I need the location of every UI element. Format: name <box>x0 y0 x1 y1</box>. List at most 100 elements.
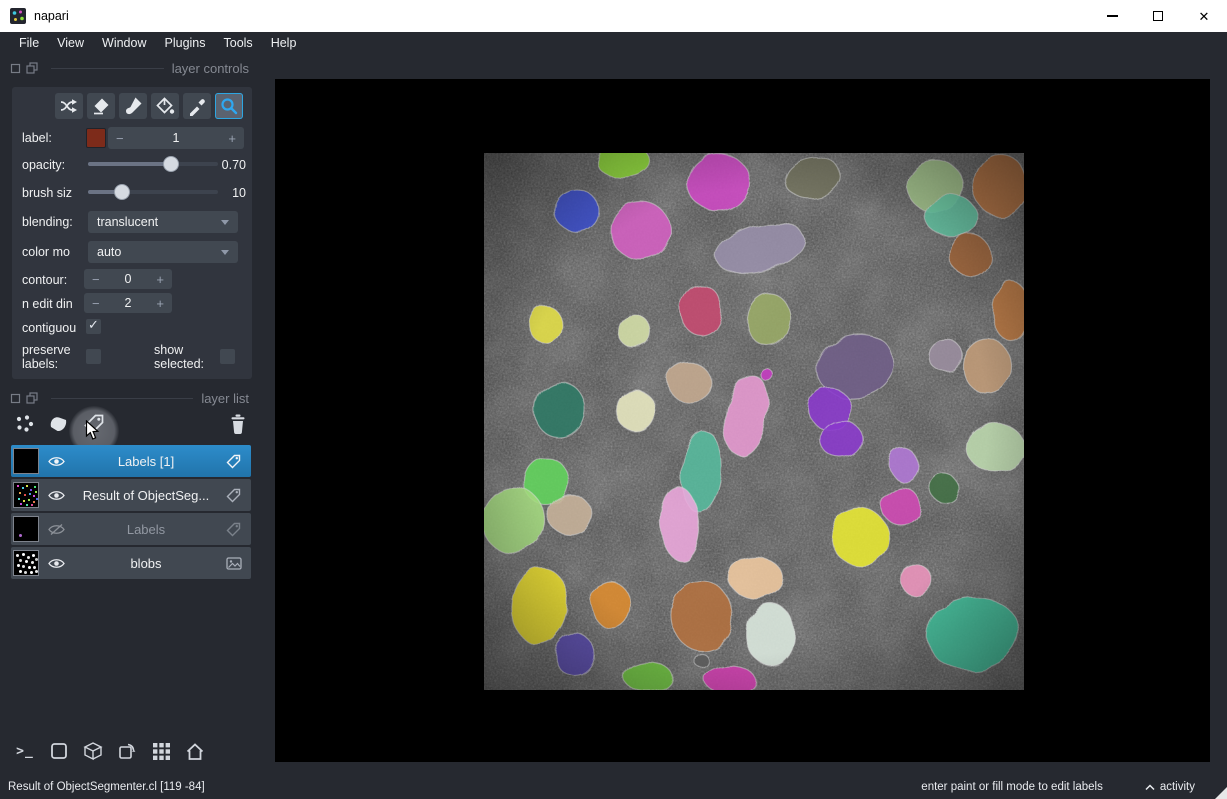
layer-controls-panel: label: − 1 + opacity: 0.70 brush siz 10 … <box>12 87 252 379</box>
new-shapes-layer-button[interactable] <box>45 411 71 437</box>
fill-tool-button[interactable] <box>151 93 179 119</box>
contour-decrement[interactable]: − <box>84 272 108 287</box>
transpose-dimensions-button[interactable] <box>114 738 140 764</box>
brush-size-label: brush siz <box>22 186 73 200</box>
opacity-label: opacity: <box>22 158 66 172</box>
slider-handle[interactable] <box>163 156 180 172</box>
console-button[interactable]: >_ <box>12 738 38 764</box>
menu-plugins[interactable]: Plugins <box>156 36 215 50</box>
brush-size-slider[interactable] <box>88 181 218 203</box>
color-mode-value: auto <box>97 245 122 259</box>
label-color-swatch[interactable] <box>86 128 106 148</box>
trash-icon <box>231 414 245 434</box>
contour-value: 0 <box>124 272 132 286</box>
label-decrement[interactable]: − <box>108 131 132 146</box>
n-edit-dim-decrement[interactable]: − <box>84 296 108 311</box>
layer-name: blobs <box>130 555 162 571</box>
dock-hide-icon[interactable] <box>10 63 21 74</box>
eye-off-icon <box>48 523 65 535</box>
resize-grip[interactable] <box>1215 787 1227 799</box>
zoom-tool-button[interactable] <box>215 93 243 119</box>
app-icon <box>10 8 26 24</box>
label-increment[interactable]: + <box>220 131 244 146</box>
layer-name: Labels <box>126 521 166 537</box>
paint-tool-button[interactable] <box>119 93 147 119</box>
menu-file[interactable]: File <box>10 36 48 50</box>
blending-label: blending: <box>22 215 73 229</box>
menubar: File View Window Plugins Tools Help <box>0 32 1227 54</box>
visibility-toggle[interactable] <box>48 489 66 502</box>
layer-buttons-row <box>0 406 275 456</box>
dock-hide-icon[interactable] <box>10 393 21 404</box>
chevron-down-icon <box>221 249 229 255</box>
layer-list-header: layer list <box>0 388 275 408</box>
cube-icon <box>83 742 103 761</box>
menu-help[interactable]: Help <box>262 36 306 50</box>
layer-name: Labels [1] <box>117 453 175 469</box>
erase-tool-button[interactable] <box>87 93 115 119</box>
contiguous-checkbox[interactable] <box>86 317 101 334</box>
layer-thumbnail <box>13 448 39 474</box>
layer-list-title: layer list <box>201 390 249 406</box>
delete-layer-button[interactable] <box>225 411 251 437</box>
dock-float-icon[interactable] <box>26 392 38 404</box>
opacity-slider[interactable] <box>88 153 218 175</box>
ndisplay-toggle-button[interactable] <box>46 738 72 764</box>
fill-bucket-icon <box>156 97 175 114</box>
roll-dimensions-button[interactable] <box>80 738 106 764</box>
pick-color-button[interactable] <box>183 93 211 119</box>
preserve-labels-label: preserve labels: <box>22 343 71 371</box>
segmentation-image[interactable] <box>484 153 1024 690</box>
preserve-labels-checkbox[interactable] <box>86 349 101 364</box>
menu-tools[interactable]: Tools <box>215 36 262 50</box>
layer-row-labels-1[interactable]: Labels [1] <box>11 445 251 477</box>
labels-tools <box>55 93 243 119</box>
visibility-toggle[interactable] <box>48 557 66 570</box>
show-selected-checkbox[interactable] <box>220 349 235 364</box>
n-edit-dim-increment[interactable]: + <box>148 296 172 311</box>
n-edit-dim-label: n edit din <box>22 297 73 311</box>
chevron-up-icon <box>1145 783 1155 790</box>
layer-row-labels-hidden[interactable]: Labels <box>11 513 251 545</box>
layer-row-result-objectseg[interactable]: Result of ObjectSeg... <box>11 479 251 511</box>
layer-row-blobs[interactable]: blobs <box>11 547 251 579</box>
n-edit-dim-value: 2 <box>124 296 132 310</box>
contour-spinbox[interactable]: − 0 + <box>84 269 172 289</box>
viewer-canvas[interactable] <box>275 79 1210 762</box>
layer-thumbnail <box>13 482 39 508</box>
square-2d-icon <box>51 743 67 759</box>
viewer-area <box>275 54 1227 775</box>
console-icon: >_ <box>16 743 34 759</box>
blending-value: translucent <box>97 215 159 229</box>
activity-button[interactable]: activity <box>1145 781 1195 793</box>
maximize-icon <box>1153 11 1163 21</box>
shuffle-icon <box>60 99 77 113</box>
home-button[interactable] <box>182 738 208 764</box>
visibility-toggle[interactable] <box>48 455 66 468</box>
eye-icon <box>48 490 65 500</box>
contour-increment[interactable]: + <box>148 272 172 287</box>
close-icon: ✕ <box>1198 8 1210 24</box>
points-icon <box>16 415 34 432</box>
menu-view[interactable]: View <box>48 36 93 50</box>
eye-icon <box>48 456 65 466</box>
label-spinbox[interactable]: − 1 + <box>108 127 244 149</box>
blending-combobox[interactable]: translucent <box>88 211 238 233</box>
labels-layer-type-icon <box>226 454 242 469</box>
shapes-icon <box>50 417 67 432</box>
slider-handle[interactable] <box>114 184 131 200</box>
dock-float-icon[interactable] <box>26 62 38 74</box>
visibility-toggle[interactable] <box>48 523 66 536</box>
new-points-layer-button[interactable] <box>11 411 37 437</box>
close-button[interactable]: ✕ <box>1181 0 1227 32</box>
menu-window[interactable]: Window <box>93 36 155 50</box>
grid-icon <box>152 742 170 760</box>
color-mode-combobox[interactable]: auto <box>88 241 238 263</box>
grid-view-button[interactable] <box>148 738 174 764</box>
divider <box>51 397 194 399</box>
minimize-button[interactable] <box>1089 0 1135 32</box>
eraser-icon <box>94 98 109 115</box>
maximize-button[interactable] <box>1135 0 1181 32</box>
n-edit-dim-spinbox[interactable]: − 2 + <box>84 293 172 313</box>
shuffle-colors-button[interactable] <box>55 93 83 119</box>
